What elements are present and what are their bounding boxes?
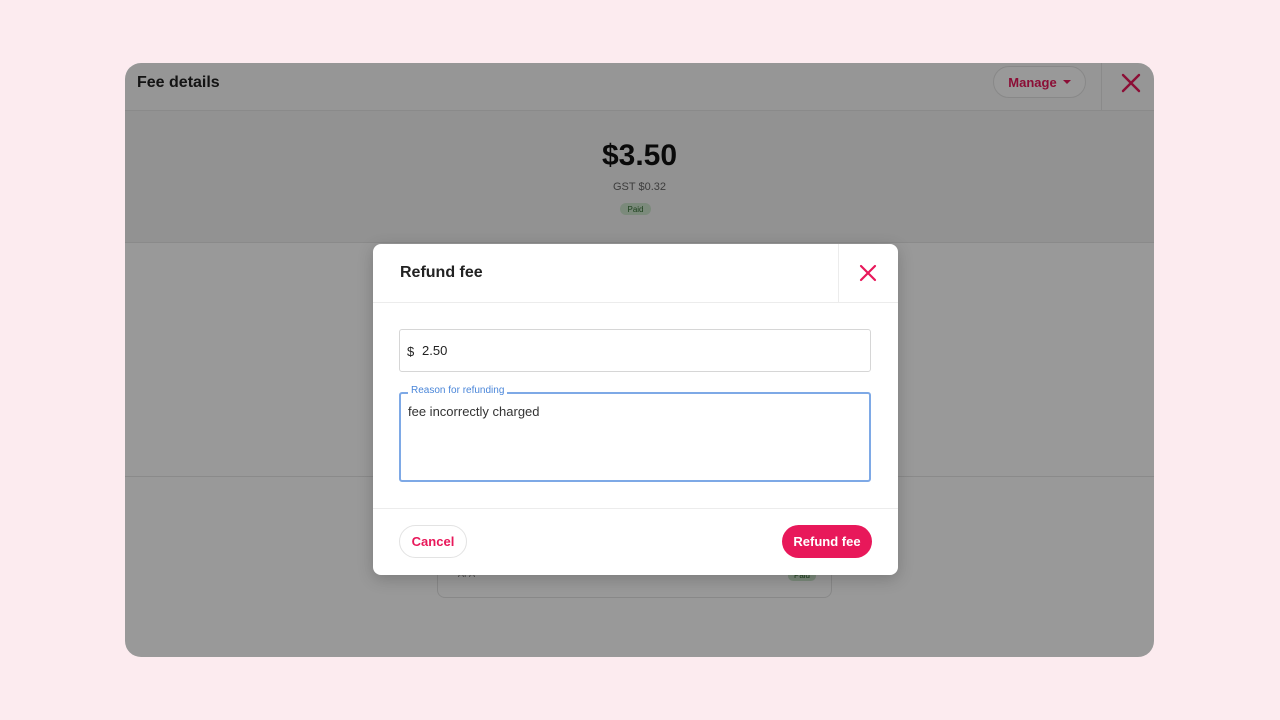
reason-input[interactable]: fee incorrectly charged: [408, 404, 858, 474]
dialog-header-divider: [838, 244, 839, 303]
refund-amount-field: $: [399, 329, 871, 372]
refund-fee-dialog: Refund fee $ Reason for refunding fee in…: [373, 244, 898, 575]
currency-symbol: $: [407, 344, 415, 359]
dialog-header: Refund fee: [373, 244, 898, 303]
cancel-button[interactable]: Cancel: [399, 525, 467, 558]
refund-fee-button[interactable]: Refund fee: [782, 525, 872, 558]
reason-label: Reason for refunding: [408, 385, 508, 396]
close-icon[interactable]: [857, 262, 879, 284]
refund-amount-input[interactable]: [420, 330, 860, 371]
dialog-title: Refund fee: [400, 264, 483, 281]
reason-field: Reason for refunding fee incorrectly cha…: [399, 385, 871, 482]
dialog-footer-divider: [373, 508, 898, 509]
